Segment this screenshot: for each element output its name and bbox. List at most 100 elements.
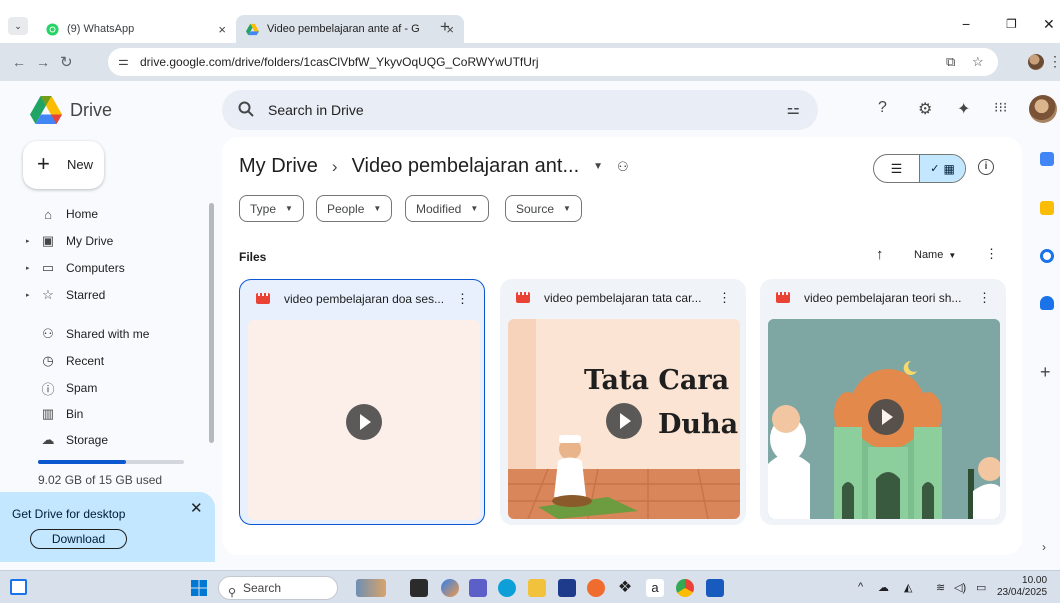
tab-whatsapp[interactable]: (9) WhatsApp × <box>36 15 236 43</box>
teams-icon[interactable] <box>469 579 487 597</box>
add-addon-icon[interactable]: + <box>1040 362 1051 383</box>
back-icon[interactable]: ← <box>12 54 26 70</box>
expand-icon[interactable]: ▸ <box>26 237 34 245</box>
sidebar-item-starred[interactable]: ▸ ☆ Starred <box>26 284 105 306</box>
browser-profile-avatar[interactable] <box>1028 54 1044 70</box>
video-thumbnail[interactable] <box>248 320 480 520</box>
file-card[interactable]: video pembelajaran tata car... ⋮ Tata Ca… <box>500 279 746 525</box>
widgets-icon[interactable] <box>10 579 27 595</box>
dropdown-arrow-icon: ▼ <box>563 204 571 213</box>
account-avatar[interactable] <box>1029 95 1057 123</box>
file-card[interactable]: video pembelajaran teori sh... ⋮ <box>760 279 1006 525</box>
minimize-icon[interactable]: − <box>962 16 970 32</box>
taskbar-search-box[interactable]: ⚲ Search <box>218 576 338 600</box>
folder-menu-dropdown-icon[interactable]: ▼ <box>593 161 603 172</box>
gemini-sparkle-icon[interactable]: ✦ <box>957 99 970 119</box>
sort-direction-arrow-icon[interactable]: ↑ <box>876 246 884 263</box>
restore-icon[interactable]: ❐ <box>1006 17 1017 31</box>
play-icon[interactable] <box>868 399 904 435</box>
sidebar-item-my-drive[interactable]: ▸ ▣ My Drive <box>26 230 113 252</box>
cloud-sync-icon[interactable]: ☁ <box>878 581 889 594</box>
expand-icon[interactable]: ▸ <box>26 264 34 272</box>
more-options-icon[interactable]: ⋮ <box>985 246 998 262</box>
task-view-icon[interactable] <box>410 579 428 597</box>
browser-menu-icon[interactable]: ⋮ <box>1048 53 1060 70</box>
file-card[interactable]: video pembelajaran doa ses... ⋮ <box>239 279 485 525</box>
list-view-button[interactable]: ☰ <box>874 155 919 182</box>
bookmark-star-icon[interactable]: ☆ <box>972 54 984 70</box>
grid-view-button[interactable]: ✓ ▦ <box>919 155 965 182</box>
copilot-icon[interactable] <box>441 579 459 597</box>
apps-grid-icon[interactable]: ⁝⁝⁝ <box>994 99 1007 116</box>
tab-drive[interactable]: Video pembelajaran ante af - G × <box>236 15 464 43</box>
video-thumbnail[interactable] <box>768 319 1000 519</box>
filter-chip-source[interactable]: Source ▼ <box>505 195 582 222</box>
expand-icon[interactable]: ▸ <box>26 291 34 299</box>
shared-folder-icon[interactable]: ⚇ <box>617 159 629 175</box>
help-icon[interactable]: ? <box>878 99 887 117</box>
info-icon[interactable]: i <box>978 159 994 175</box>
sidebar-item-label: Storage <box>66 433 109 447</box>
install-icon[interactable]: ⧉ <box>946 54 955 70</box>
edge-icon[interactable] <box>498 579 516 597</box>
calendar-icon[interactable] <box>1040 152 1054 166</box>
sidebar-item-bin[interactable]: ▥ Bin <box>26 403 84 425</box>
sidebar-item-home[interactable]: ⌂ Home <box>26 203 98 225</box>
filter-chip-modified[interactable]: Modified ▼ <box>405 195 490 222</box>
breadcrumb-root[interactable]: My Drive <box>239 155 318 178</box>
taskbar-clock[interactable]: 10.00 23/04/2025 <box>997 575 1047 599</box>
sidebar-scrollbar[interactable] <box>209 203 214 443</box>
url-bar[interactable]: ⚌ drive.google.com/drive/folders/1casClV… <box>108 48 998 76</box>
sidebar-item-computers[interactable]: ▸ ▭ Computers <box>26 257 125 279</box>
play-icon[interactable] <box>346 404 382 440</box>
download-button[interactable]: Download <box>30 529 127 549</box>
new-button[interactable]: + New <box>23 141 104 189</box>
firefox-icon[interactable] <box>587 579 605 597</box>
search-options-icon[interactable]: ⚍ <box>787 100 800 118</box>
search-highlight-icon[interactable] <box>356 579 386 597</box>
sort-by-name-button[interactable]: Name ▼ <box>914 249 956 261</box>
more-options-icon[interactable]: ⋮ <box>456 291 469 307</box>
file-title: video pembelajaran tata car... <box>544 291 702 305</box>
drive-logo-icon[interactable] <box>30 96 62 124</box>
dropbox-icon[interactable]: ❖ <box>616 579 634 597</box>
close-icon[interactable]: ✕ <box>190 499 203 517</box>
grid-icon: ▦ <box>943 161 955 176</box>
reload-icon[interactable]: ↻ <box>60 53 73 71</box>
play-icon[interactable] <box>606 403 642 439</box>
sidebar-item-storage[interactable]: ☁ Storage <box>26 429 109 451</box>
new-tab-icon[interactable]: + <box>440 17 450 37</box>
chevron-right-icon[interactable]: › <box>1042 540 1046 554</box>
keep-icon[interactable] <box>1040 201 1054 215</box>
more-options-icon[interactable]: ⋮ <box>718 290 731 306</box>
filter-chip-people[interactable]: People ▼ <box>316 195 393 222</box>
tasks-icon[interactable] <box>1040 249 1054 263</box>
show-hidden-icons-chevron-icon[interactable]: ^ <box>858 581 863 593</box>
window-close-icon[interactable]: ✕ <box>1043 16 1055 33</box>
sidebar-item-spam[interactable]: ⓘ Spam <box>26 377 97 399</box>
chrome-icon[interactable] <box>676 579 694 597</box>
breadcrumb-current-folder[interactable]: Video pembelajaran ant... <box>352 155 580 178</box>
google-drive-tray-icon[interactable]: ◭ <box>904 581 912 594</box>
search-input[interactable]: Search in Drive ⚍ <box>222 90 818 130</box>
more-options-icon[interactable]: ⋮ <box>978 290 991 306</box>
sidebar-item-recent[interactable]: ◷ Recent <box>26 350 104 372</box>
battery-icon[interactable]: ▭ <box>976 581 986 594</box>
settings-gear-icon[interactable]: ⚙ <box>918 99 932 119</box>
tab-search-icon[interactable]: ⌄ <box>8 17 28 35</box>
file-explorer-icon[interactable] <box>528 579 546 597</box>
sidebar-item-shared-with-me[interactable]: ⚇ Shared with me <box>26 323 149 345</box>
site-settings-icon[interactable]: ⚌ <box>118 54 129 68</box>
amazon-icon[interactable]: a <box>646 579 664 597</box>
close-icon[interactable]: × <box>218 22 226 37</box>
volume-icon[interactable]: ◁) <box>954 581 966 594</box>
video-thumbnail[interactable]: Tata Cara S Duha <box>508 319 740 519</box>
forward-icon[interactable]: → <box>36 54 50 70</box>
word-icon[interactable] <box>706 579 724 597</box>
windows-start-icon[interactable] <box>191 580 207 596</box>
sidebar-item-label: Starred <box>66 288 106 302</box>
wifi-icon[interactable]: ≋ <box>936 581 945 594</box>
store-icon[interactable] <box>558 579 576 597</box>
filter-chip-type[interactable]: Type ▼ <box>239 195 304 222</box>
contacts-icon[interactable] <box>1040 296 1054 310</box>
